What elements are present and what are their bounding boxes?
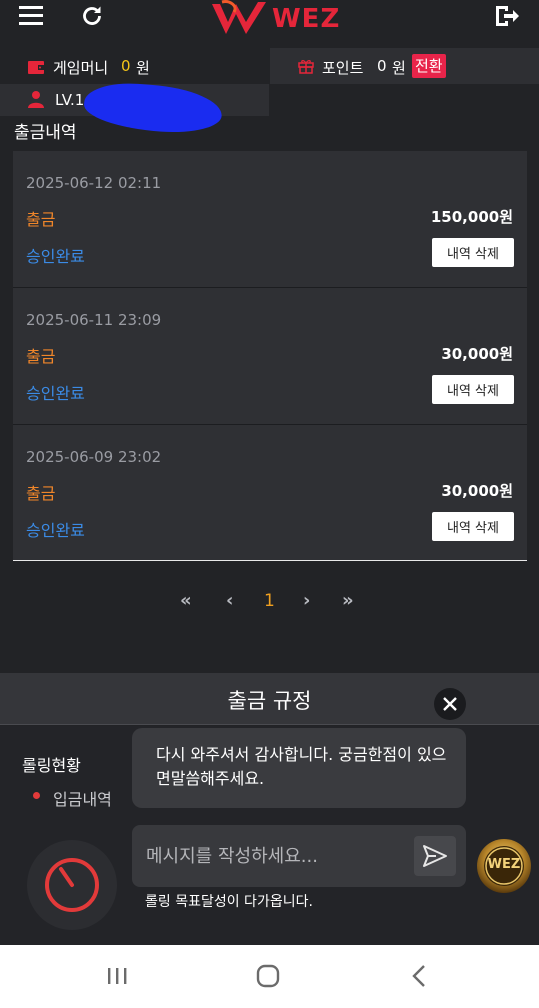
game-money-label: 게임머니 xyxy=(53,59,109,77)
back-icon xyxy=(412,965,425,987)
points-unit: 원 xyxy=(392,59,406,77)
points-label: 포인트 xyxy=(322,59,364,77)
delete-history-button[interactable]: 내역 삭제 xyxy=(432,512,514,541)
game-money-panel: 게임머니 0 원 xyxy=(0,48,269,84)
logo-text: WEZ xyxy=(272,4,341,34)
send-button[interactable] xyxy=(414,836,456,876)
withdrawal-type: 출금 xyxy=(26,210,56,229)
wallet-icon xyxy=(28,59,44,74)
withdrawal-amount: 30,000원 xyxy=(441,345,513,363)
withdrawal-amount: 30,000원 xyxy=(441,482,513,500)
system-nav-bar xyxy=(0,945,539,1008)
menu-icon[interactable] xyxy=(18,4,46,28)
chat-bubble: 다시 와주셔서 감사합니다. 궁금한점이 있으면말씀해주세요. xyxy=(132,728,466,808)
deposit-history-link[interactable]: 입금내역 xyxy=(53,786,112,810)
home-icon xyxy=(256,964,280,988)
convert-button[interactable]: 전환 xyxy=(412,54,446,78)
logout-icon[interactable] xyxy=(492,2,522,30)
page-title: 출금내역 xyxy=(14,123,77,143)
game-money-unit: 원 xyxy=(136,59,150,77)
gift-icon xyxy=(298,58,314,74)
back-button[interactable] xyxy=(400,961,440,991)
first-page-button[interactable]: « xyxy=(180,590,192,611)
withdrawal-type: 출금 xyxy=(26,347,56,366)
game-money-value: 0 xyxy=(121,57,131,75)
withdrawal-item: 2025-06-11 23:09 출금 30,000원 승인완료 내역 삭제 xyxy=(13,288,527,425)
withdrawal-list: 2025-06-12 02:11 출금 150,000원 승인완료 내역 삭제 … xyxy=(13,151,527,561)
prev-page-button[interactable]: ‹ xyxy=(226,590,233,611)
timer-icon xyxy=(45,858,99,912)
rolling-notice: 롤링 목표달성이 다가옵니다. xyxy=(145,894,313,910)
last-page-button[interactable]: » xyxy=(342,590,354,611)
pagination: « ‹ 1 › » xyxy=(0,588,539,616)
rolling-status-label: 롤링현황 xyxy=(22,756,81,775)
withdrawal-status: 승인완료 xyxy=(26,247,85,266)
withdrawal-item: 2025-06-09 23:02 출금 30,000원 승인완료 내역 삭제 xyxy=(13,425,527,561)
points-value: 0 xyxy=(377,57,387,75)
next-page-button[interactable]: › xyxy=(303,590,310,611)
timer-widget[interactable] xyxy=(27,840,117,930)
home-button[interactable] xyxy=(248,961,288,991)
message-input[interactable] xyxy=(146,841,406,871)
withdrawal-date: 2025-06-11 23:09 xyxy=(26,311,162,329)
wez-logo[interactable]: WEZ xyxy=(208,0,341,38)
wallet-row: 게임머니 0 원 포인트 0 원 전환 xyxy=(0,48,539,84)
person-icon xyxy=(28,90,44,108)
recent-apps-button[interactable] xyxy=(97,961,137,991)
withdrawal-date: 2025-06-09 23:02 xyxy=(26,448,162,466)
delete-history-button[interactable]: 내역 삭제 xyxy=(432,375,514,404)
delete-history-button[interactable]: 내역 삭제 xyxy=(432,238,514,267)
withdrawal-status: 승인완료 xyxy=(26,521,85,540)
withdrawal-item: 2025-06-12 02:11 출금 150,000원 승인완료 내역 삭제 xyxy=(13,151,527,288)
close-icon xyxy=(443,697,457,711)
withdrawal-status: 승인완료 xyxy=(26,384,85,403)
close-chat-button[interactable] xyxy=(434,688,466,720)
refresh-icon[interactable] xyxy=(78,2,106,30)
message-composer xyxy=(132,825,466,887)
top-bar: WEZ xyxy=(0,0,539,48)
user-level: LV.1 xyxy=(55,91,85,109)
chat-message: 다시 와주셔서 감사합니다. 궁금한점이 있으면말씀해주세요. xyxy=(156,745,447,788)
send-icon xyxy=(423,845,447,867)
wez-chat-avatar[interactable]: WEZ xyxy=(476,838,532,894)
withdrawal-date: 2025-06-12 02:11 xyxy=(26,174,162,192)
badge-text: WEZ xyxy=(487,857,521,872)
withdrawal-amount: 150,000원 xyxy=(430,208,513,226)
withdrawal-type: 출금 xyxy=(26,484,56,503)
recent-apps-icon xyxy=(108,968,127,984)
status-dot xyxy=(33,792,40,799)
points-panel: 포인트 0 원 전환 xyxy=(270,48,539,84)
current-page[interactable]: 1 xyxy=(264,591,275,611)
